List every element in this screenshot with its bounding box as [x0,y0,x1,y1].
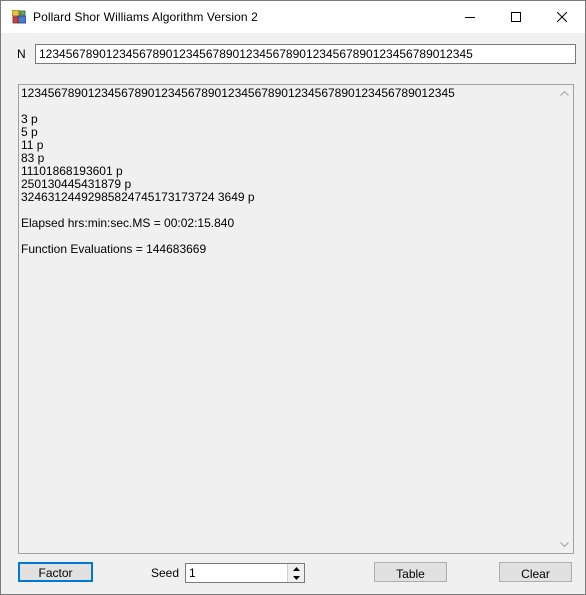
triangle-down-icon [292,575,300,580]
scroll-up-button[interactable] [556,85,573,102]
output-line: 11101868193601 p [21,164,123,178]
triangle-up-icon [292,566,300,571]
minimize-button[interactable] [447,1,493,33]
vertical-scrollbar[interactable] [556,85,573,553]
output-line: 32463124492985824745173173724 3649 p [21,190,255,204]
window-title: Pollard Shor Williams Algorithm Version … [33,10,258,24]
output-line: 5 p [21,125,38,139]
output-text: 1234567890123456789012345678901234567890… [21,87,555,256]
output-line: 3 p [21,112,38,126]
table-button[interactable]: Table [374,562,447,582]
close-icon [557,12,567,22]
chevron-down-icon [560,542,569,547]
output-line: 1234567890123456789012345678901234567890… [21,86,455,100]
seed-stepper[interactable]: 1 [185,563,305,583]
output-textarea[interactable]: 1234567890123456789012345678901234567890… [18,84,574,554]
seed-decrement-button[interactable] [288,573,304,582]
seed-label: Seed [151,566,180,580]
app-icon [11,9,27,24]
maximize-button[interactable] [493,1,539,33]
n-input[interactable] [35,44,576,64]
app-window: Pollard Shor Williams Algorithm Version … [0,0,586,595]
output-line: 250130445431879 p [21,177,132,191]
seed-spinner[interactable] [287,564,304,582]
close-button[interactable] [539,1,585,33]
minimize-icon [465,17,475,18]
chevron-up-icon [560,91,569,96]
seed-value[interactable]: 1 [189,566,196,580]
output-line: 83 p [21,151,45,165]
scroll-down-button[interactable] [556,536,573,553]
output-line: Function Evaluations = 144683669 [21,242,207,256]
factor-button[interactable]: Factor [18,562,93,582]
maximize-icon [511,12,521,22]
seed-increment-button[interactable] [288,564,304,573]
output-line: Elapsed hrs:min:sec.MS = 00:02:15.840 [21,216,235,230]
n-label: N [17,47,26,61]
title-bar: Pollard Shor Williams Algorithm Version … [1,1,585,33]
output-line: 11 p [21,138,44,152]
clear-button[interactable]: Clear [499,562,572,582]
